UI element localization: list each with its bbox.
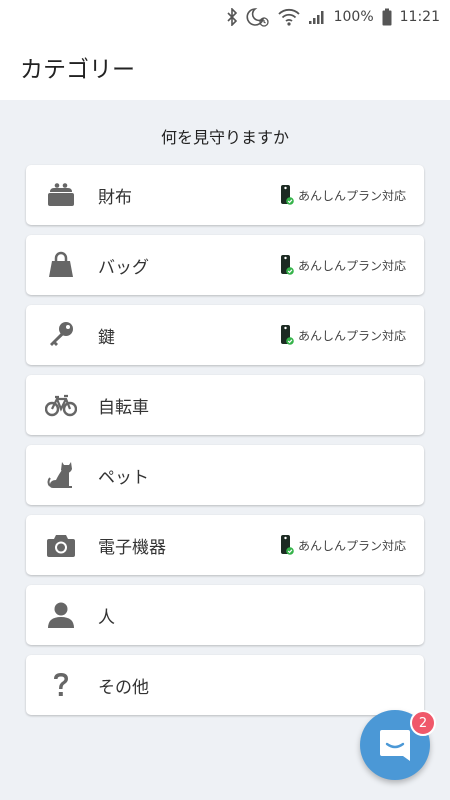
chat-icon [380, 730, 410, 761]
tag-check-icon [280, 535, 294, 555]
battery-level: 100% [333, 9, 374, 25]
tag-check-icon [280, 325, 294, 345]
signal-icon [308, 9, 326, 25]
category-electronics[interactable]: 電子機器 あんしんプラン対応 [26, 515, 424, 575]
category-label: 電子機器 [98, 537, 166, 558]
bicycle-icon [44, 388, 78, 422]
battery-icon [382, 8, 392, 26]
category-wallet[interactable]: 財布 あんしんプラン対応 [26, 165, 424, 225]
status-bar: 100% 11:21 [0, 0, 450, 34]
category-bag[interactable]: バッグ あんしんプラン対応 [26, 235, 424, 295]
wifi-icon [277, 8, 300, 26]
plan-text: あんしんプラン対応 [297, 258, 406, 273]
category-person[interactable]: 人 [26, 585, 424, 645]
pet-icon [44, 458, 78, 492]
clock: 11:21 [399, 9, 440, 25]
person-icon [44, 598, 78, 632]
page-title: カテゴリー [20, 57, 135, 83]
tag-check-icon [280, 255, 294, 275]
bluetooth-icon [226, 8, 238, 26]
category-bicycle[interactable]: 自転車 [26, 375, 424, 435]
category-label: 人 [98, 607, 115, 628]
category-label: ペット [98, 467, 149, 488]
question-heading: 何を見守りますか [160, 128, 289, 147]
plan-badge: あんしんプラン対応 [280, 533, 406, 557]
category-list: 財布 あんしんプラン対応 バッグ あんしんプラン対応 鍵 あんしんプラン対応 自… [26, 165, 424, 725]
category-pet[interactable]: ペット [26, 445, 424, 505]
category-label: 鍵 [98, 327, 115, 348]
category-other[interactable]: その他 [26, 655, 424, 715]
bag-icon [44, 248, 78, 282]
category-label: その他 [98, 677, 149, 698]
category-label: バッグ [98, 257, 149, 278]
question-icon [44, 668, 78, 702]
plan-text: あんしんプラン対応 [297, 538, 406, 553]
plan-badge: あんしんプラン対応 [280, 323, 406, 347]
notification-badge: 2 [410, 710, 436, 736]
do-not-disturb-alarm-icon [246, 7, 270, 27]
tag-check-icon [280, 185, 294, 205]
wallet-icon [44, 178, 78, 212]
camera-icon [44, 528, 78, 562]
category-label: 財布 [98, 187, 132, 208]
app-header: カテゴリー [0, 34, 450, 100]
plan-badge: あんしんプラン対応 [280, 183, 406, 207]
plan-badge: あんしんプラン対応 [280, 253, 406, 277]
plan-text: あんしんプラン対応 [297, 328, 406, 343]
category-key[interactable]: 鍵 あんしんプラン対応 [26, 305, 424, 365]
plan-text: あんしんプラン対応 [297, 188, 406, 203]
category-label: 自転車 [98, 397, 149, 418]
key-icon [44, 318, 78, 352]
